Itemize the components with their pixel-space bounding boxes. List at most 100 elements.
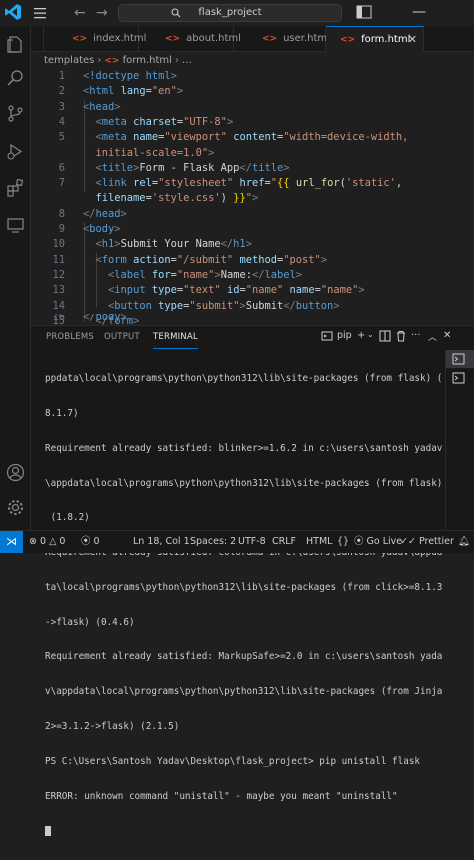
breadcrumb: templates › <> form.html ›…	[31, 52, 474, 69]
account-icon[interactable]	[6, 463, 25, 482]
indentation[interactable]: Spaces: 2	[190, 531, 236, 553]
code-line: 5 <meta name="viewport" content="width=d…	[58, 131, 409, 144]
code-line: 4 <meta charset="UTF-8">	[58, 115, 234, 128]
terminal-line: Requirement already satisfied: blinker>=…	[45, 442, 443, 454]
terminal-line: ppdata\local\programs\python\python312\l…	[45, 373, 443, 385]
terminal-list-item[interactable]	[452, 372, 466, 384]
warning-icon: △	[49, 536, 57, 547]
command-center-search[interactable]: flask_project	[118, 4, 342, 22]
remote-indicator-icon[interactable]: ⋊	[0, 531, 23, 553]
more-actions-icon[interactable]: ···	[411, 330, 421, 344]
search-icon	[171, 8, 181, 18]
chevron-down-icon[interactable]: ⌄	[367, 330, 374, 344]
html-file-icon: <>	[72, 34, 88, 44]
terminal-prompt[interactable]	[45, 825, 433, 837]
remote-explorer-icon[interactable]	[6, 216, 25, 235]
command-center-label: flask_project	[198, 7, 262, 18]
breadcrumb-ellipsis[interactable]: …	[182, 55, 192, 66]
code-line: 14 <button type="submit">Submit</button>	[52, 299, 340, 312]
tab-user-html[interactable]: <> user.html	[234, 26, 330, 52]
tab-index-html[interactable]: <> index.html	[44, 26, 146, 52]
extensions-icon[interactable]	[6, 178, 25, 197]
code-line: filename='style.css') }}">	[95, 192, 259, 205]
activity-bar	[0, 26, 31, 530]
settings-gear-icon[interactable]	[6, 498, 25, 517]
terminal-cursor	[45, 825, 51, 836]
html-file-icon: <>	[104, 56, 120, 66]
ports-status[interactable]: ⦿ 0	[81, 531, 100, 553]
terminal-list-item-active[interactable]	[446, 350, 474, 368]
title-bar: ← → flask_project —	[0, 0, 474, 26]
code-line: 3 <head>	[58, 100, 121, 113]
split-terminal-icon[interactable]	[379, 330, 391, 344]
error-icon: ⊗	[29, 536, 37, 547]
close-tab-icon[interactable]: ✕	[408, 27, 417, 53]
problems-status[interactable]: ⊗ 0 △ 0	[29, 531, 65, 553]
tab-output[interactable]: OUTPUT	[104, 326, 140, 348]
terminal-line: v\appdata\local\programs\python\python31…	[45, 686, 443, 698]
breadcrumb-file[interactable]: form.html	[123, 55, 172, 66]
bottom-panel: PROBLEMS OUTPUT TERMINAL pip + ⌄ ··· ︿ ✕…	[31, 325, 474, 836]
terminal-line: Requirement already satisfied: MarkupSaf…	[45, 651, 443, 663]
tab-about-html[interactable]: <> about.html	[139, 26, 241, 52]
code-line: initial-scale=1.0">	[95, 146, 215, 159]
add-terminal-icon[interactable]: +	[357, 330, 365, 344]
new-terminal-icon[interactable]	[321, 330, 333, 344]
terminal-line: ->flask) (0.4.6)	[45, 616, 135, 628]
code-line: 1 <!doctype html>	[58, 70, 177, 82]
status-bar: ⋊ ⊗ 0 △ 0 ⦿ 0 Ln 18, Col 1 Spaces: 2 UTF…	[0, 530, 474, 553]
code-line: 10 <h1>Submit Your Name</h1>	[52, 238, 252, 251]
terminal-line: ERROR: unknown command "unistall" - mayb…	[45, 790, 398, 802]
explorer-icon[interactable]	[6, 35, 25, 54]
code-line-overflow: 16 </body>	[31, 314, 474, 325]
prettier-status[interactable]: ✓✓ Prettier	[400, 531, 454, 553]
forward-arrow-icon[interactable]: →	[96, 4, 108, 22]
vscode-logo-icon	[5, 4, 21, 20]
terminal-line: ta\local\programs\python\python312\lib\s…	[45, 581, 443, 593]
language-mode[interactable]: HTML	[306, 531, 332, 553]
search-sidebar-icon[interactable]	[6, 69, 25, 88]
end-of-line[interactable]: CRLF	[272, 531, 296, 553]
chevron-right-icon: ›	[174, 55, 179, 66]
broadcast-icon: ⦿	[354, 536, 364, 547]
html-file-icon: <>	[340, 35, 356, 45]
close-panel-icon[interactable]: ✕	[443, 330, 451, 344]
menu-icon[interactable]	[31, 4, 49, 22]
layout-toggle-icon[interactable]	[356, 5, 372, 19]
code-line: 8 </head>	[58, 207, 127, 220]
editor-tabs: <> index.html <> about.html <> user.html <>…	[31, 26, 474, 52]
code-line: 9 <body>	[58, 223, 121, 235]
terminal-list	[445, 350, 474, 530]
go-live-button[interactable]: ⦿ Go Live	[354, 531, 402, 553]
terminal-output[interactable]: ppdata\local\programs\python\python312\l…	[45, 350, 443, 860]
broadcast-icon: ⦿	[81, 536, 91, 547]
source-control-icon[interactable]	[6, 104, 25, 123]
cursor-position[interactable]: Ln 18, Col 1	[133, 531, 190, 553]
encoding[interactable]: UTF-8	[238, 531, 266, 553]
code-line: 12 <label for="name">Name:</label>	[52, 268, 303, 281]
trash-icon[interactable]	[395, 330, 407, 344]
html-file-icon: <>	[262, 34, 278, 44]
terminal-line: \appdata\local\programs\python\python312…	[45, 477, 443, 489]
tab-terminal[interactable]: TERMINAL	[153, 326, 198, 349]
breadcrumb-folder[interactable]: templates	[44, 55, 94, 66]
chevron-right-icon: ›	[97, 55, 102, 66]
tab-overflow	[31, 26, 44, 52]
code-line: 11 <form action="/submit" method="post">	[52, 253, 328, 266]
code-editor[interactable]: 1 <!doctype html> 2 <html lang="en"> 3 <hea…	[31, 69, 474, 327]
minimize-icon[interactable]: —	[412, 4, 426, 20]
terminal-name[interactable]: pip	[337, 330, 352, 344]
terminal-line: (1.8.2)	[45, 512, 90, 524]
maximize-panel-icon[interactable]: ︿	[428, 330, 437, 344]
code-line: 2 <html lang="en">	[58, 85, 184, 98]
run-debug-icon[interactable]	[6, 142, 25, 161]
language-braces-icon[interactable]: {}	[337, 531, 349, 553]
code-line: 6 <title>Form - Flask App</title>	[58, 161, 290, 174]
notifications-bell-icon[interactable]: 🔔︎	[458, 531, 470, 553]
back-arrow-icon[interactable]: ←	[74, 4, 86, 22]
double-check-icon: ✓✓	[400, 536, 416, 547]
terminal-line: PS C:\Users\Santosh Yadav\Desktop\flask_…	[45, 755, 421, 767]
tab-problems[interactable]: PROBLEMS	[46, 326, 94, 348]
tab-form-html[interactable]: <> form.html ✕	[326, 26, 424, 52]
html-file-icon: <>	[165, 34, 181, 44]
